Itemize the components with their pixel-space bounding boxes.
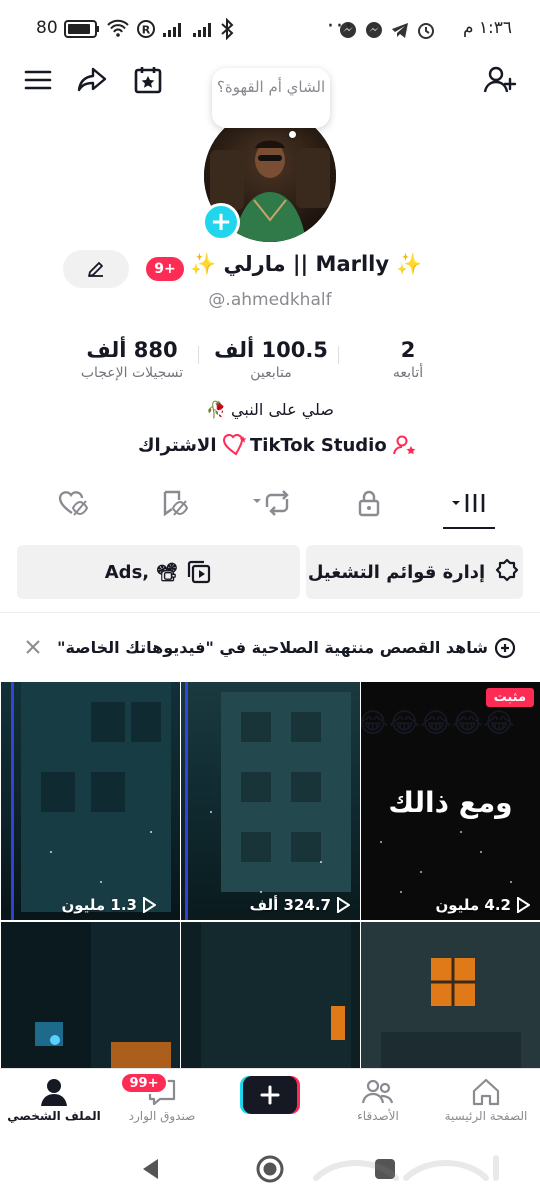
- view-count-text: 324.7 ألف: [249, 896, 331, 914]
- pinned-badge: مثبت: [485, 688, 534, 707]
- heart-hidden-icon: [58, 489, 90, 517]
- add-friend-icon[interactable]: [480, 60, 520, 100]
- stat-followers[interactable]: 100.5 ألف متابعين: [206, 338, 336, 381]
- emoji-row: 😂😂😂😂😂: [361, 708, 515, 739]
- banner-text: شاهد القصص منتهية الصلاحية في "فيديوهاتك…: [57, 638, 488, 657]
- video-grid: مثبت 😂😂😂😂😂 ومع ذالك 4.2 مليون 324.7 ألف: [0, 682, 540, 1160]
- nav-friends[interactable]: الأصدقاء: [324, 1075, 432, 1123]
- nav-profile[interactable]: الملف الشخصي: [0, 1075, 108, 1123]
- tab-private[interactable]: [339, 480, 399, 526]
- stat-following[interactable]: 2 أتابعه: [348, 338, 468, 381]
- manage-playlists-button[interactable]: إدارة قوائم التشغيل: [306, 545, 523, 599]
- bubble-tail: [289, 131, 296, 138]
- view-count-text: 4.2 مليون: [435, 896, 511, 914]
- heart-star-icon: [222, 434, 249, 456]
- inbox-badge: 99+: [120, 1072, 168, 1094]
- stat-divider: [338, 346, 339, 364]
- registered-icon: R: [136, 19, 156, 39]
- stat-likes[interactable]: 880 ألف تسجيلات الإعجاب: [62, 338, 202, 381]
- profile-tabs: [0, 480, 540, 530]
- close-icon[interactable]: [24, 638, 42, 656]
- followers-label: متابعين: [250, 365, 292, 381]
- tab-videos[interactable]: [439, 480, 499, 526]
- nav-friends-label: الأصدقاء: [357, 1109, 399, 1123]
- ads-label: Ads, 📽: [104, 561, 179, 583]
- subscription-label: الاشتراك: [138, 434, 217, 456]
- play-icon: [336, 897, 350, 913]
- expired-stories-banner[interactable]: شاهد القصص منتهية الصلاحية في "فيديوهاتك…: [0, 628, 540, 668]
- likes-label: تسجيلات الإعجاب: [80, 365, 184, 381]
- tiktok-studio-link[interactable]: TikTok Studio: [250, 434, 417, 456]
- status-time: ١:٣٦ م: [462, 18, 512, 38]
- tab-favorites[interactable]: [144, 480, 204, 526]
- nav-inbox-label: صندوق الوارد: [128, 1109, 196, 1123]
- lock-icon: [357, 489, 381, 517]
- studio-person-icon: [392, 434, 417, 456]
- section-divider: [0, 612, 540, 613]
- view-count: 4.2 مليون: [435, 896, 530, 914]
- home-button-icon[interactable]: [255, 1154, 285, 1184]
- alarm-icon: [416, 20, 436, 40]
- ads-button[interactable]: Ads, 📽: [17, 545, 300, 599]
- calendar-star-icon[interactable]: [128, 60, 168, 100]
- bio-text: صلي على النبي 🥀: [206, 400, 334, 419]
- video-thumbnail[interactable]: 1.3 مليون: [1, 682, 180, 920]
- bookmark-hidden-icon: [160, 489, 188, 517]
- view-count: 1.3 مليون: [61, 896, 156, 914]
- friends-icon: [324, 1075, 432, 1109]
- status-bar: ١:٣٦ م ··· 80 R: [0, 0, 540, 58]
- nav-home[interactable]: الصفحة الرئيسية: [432, 1075, 540, 1123]
- playlists-label: إدارة قوائم التشغيل: [307, 561, 486, 583]
- create-button[interactable]: [240, 1076, 300, 1114]
- tab-liked[interactable]: [44, 480, 104, 526]
- nav-home-label: الصفحة الرئيسية: [444, 1109, 528, 1123]
- messenger-icon: [364, 20, 384, 40]
- active-tab-indicator: [443, 527, 495, 529]
- video-thumbnail[interactable]: 324.7 ألف: [181, 682, 360, 920]
- battery-icon: [64, 20, 100, 38]
- signal-icon: [162, 20, 186, 38]
- followers-count: 100.5 ألف: [214, 338, 328, 362]
- pencil-icon: [86, 259, 106, 279]
- tab-reposts[interactable]: [240, 480, 300, 526]
- playlist-gear-icon: [493, 558, 521, 586]
- videos-grid-icon: [449, 490, 489, 516]
- watermark-logo: [306, 1148, 526, 1188]
- story-add-icon: [494, 637, 516, 659]
- wifi-icon: [106, 18, 130, 38]
- view-count-text: 1.3 مليون: [61, 896, 137, 914]
- signal-icon-2: [192, 20, 216, 38]
- share-icon[interactable]: [72, 60, 112, 100]
- play-icon: [142, 897, 156, 913]
- battery-level: 80: [36, 18, 58, 38]
- edit-profile-button[interactable]: [63, 250, 129, 288]
- subscription-link[interactable]: الاشتراك: [138, 434, 249, 456]
- view-count: 324.7 ألف: [250, 896, 350, 914]
- play-icon: [516, 897, 530, 913]
- profile-icon: [0, 1075, 108, 1109]
- display-name: ✨ مارلي || Marlly ✨: [190, 252, 423, 276]
- add-story-button[interactable]: +: [202, 203, 240, 241]
- home-icon: [432, 1075, 540, 1109]
- username: @.ahmedkhalf: [208, 290, 332, 310]
- back-icon[interactable]: [138, 1156, 164, 1182]
- telegram-icon: [390, 20, 410, 40]
- following-count: 2: [400, 338, 416, 362]
- bluetooth-icon: [220, 18, 234, 40]
- note-bubble[interactable]: الشاي أم القهوة؟: [212, 68, 330, 128]
- copy-icon: [186, 559, 212, 585]
- nav-profile-label: الملف الشخصي: [7, 1109, 101, 1123]
- tiktok-studio-label: TikTok Studio: [250, 434, 387, 456]
- system-navigation: [0, 1136, 540, 1200]
- notification-badge[interactable]: 9+: [146, 257, 184, 281]
- more-notifications-icon: ···: [327, 14, 354, 39]
- svg-text:R: R: [142, 24, 151, 37]
- video-caption: ومع ذالك: [388, 786, 513, 819]
- likes-count: 880 ألف: [86, 338, 178, 362]
- repost-icon: [247, 489, 293, 517]
- following-label: أتابعه: [392, 365, 424, 381]
- menu-icon[interactable]: [18, 60, 58, 100]
- video-thumbnail[interactable]: مثبت 😂😂😂😂😂 ومع ذالك 4.2 مليون: [361, 682, 540, 920]
